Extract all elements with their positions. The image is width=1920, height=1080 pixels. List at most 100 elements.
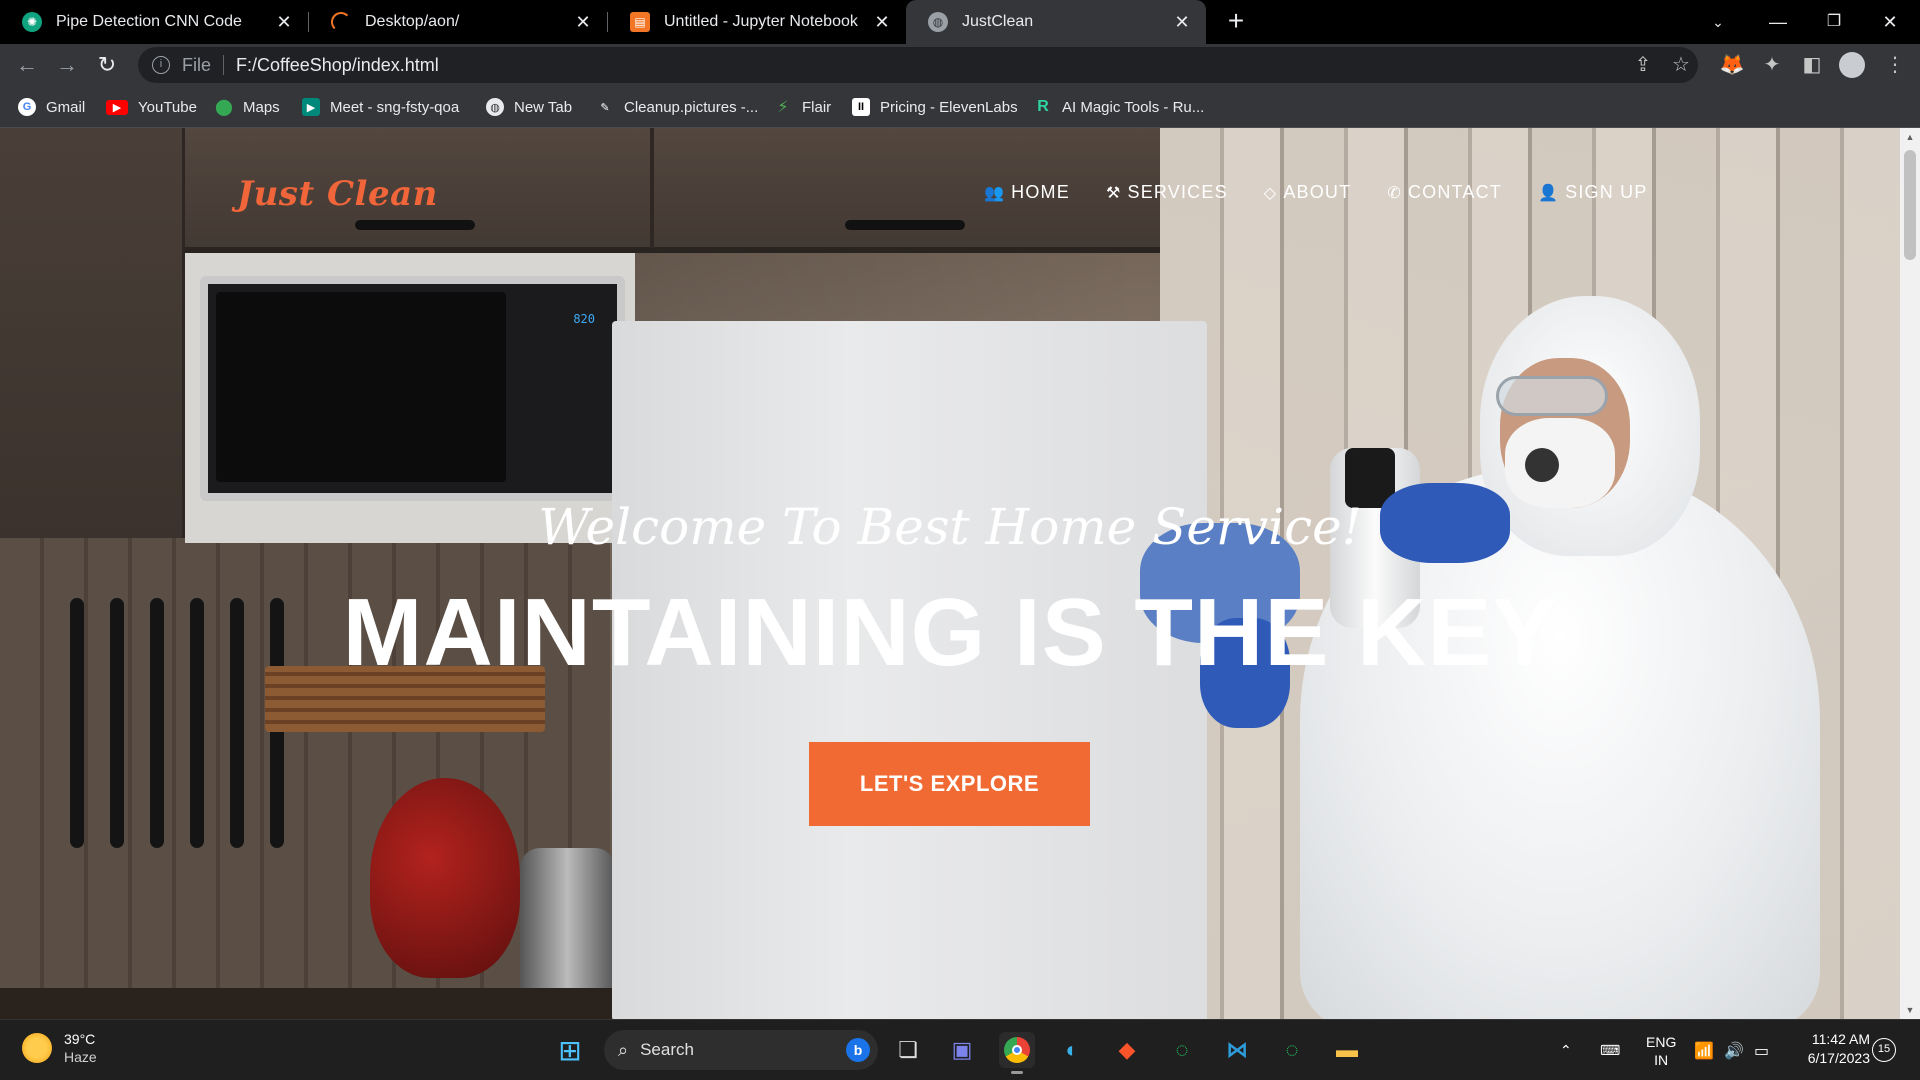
file-explorer-icon[interactable]: ▬	[1329, 1032, 1365, 1068]
forward-arrow-icon[interactable]: →	[52, 50, 82, 80]
minimize-button[interactable]: —	[1750, 0, 1806, 44]
tab-justclean[interactable]: ◍ JustClean ✕	[906, 0, 1206, 44]
site-logo[interactable]: Just Clean	[237, 174, 438, 214]
bookmark-star-icon[interactable]: ☆	[1666, 50, 1696, 80]
hero-title: MAINTAINING IS THE KEY	[342, 579, 1558, 686]
extensions-puzzle-icon[interactable]: ✦	[1757, 50, 1787, 80]
tab-title: Pipe Detection CNN Code	[56, 13, 242, 30]
battery-icon[interactable]: ▭	[1754, 1020, 1769, 1080]
tab-title: Untitled - Jupyter Notebook	[664, 13, 858, 30]
app-ring-icon[interactable]: ◌	[1164, 1032, 1200, 1068]
restore-button[interactable]: ❐	[1806, 0, 1862, 44]
side-panel-icon[interactable]: ◧	[1797, 50, 1827, 80]
bookmark-maps[interactable]: ⬤ Maps	[215, 86, 280, 128]
hero-background-counter	[0, 988, 620, 1019]
notification-badge[interactable]: 15	[1872, 1038, 1896, 1062]
bookmark-label: AI Magic Tools - Ru...	[1062, 98, 1205, 116]
scroll-up-arrow-icon[interactable]: ▲	[1900, 128, 1920, 146]
elevenlabs-icon: II	[852, 98, 870, 116]
diamond-icon: ◇	[1263, 184, 1278, 202]
share-icon[interactable]: ⇪	[1628, 50, 1658, 80]
wifi-icon[interactable]: 📶	[1694, 1020, 1714, 1080]
close-icon[interactable]: ✕	[1172, 12, 1192, 33]
show-hidden-icons[interactable]: ⌃	[1560, 1020, 1572, 1080]
nav-sign-up[interactable]: 👤 SIGN UP	[1538, 182, 1648, 203]
bing-icon: b	[846, 1038, 870, 1062]
weather-widget[interactable]: 39°C Haze	[22, 1030, 97, 1066]
scroll-down-arrow-icon[interactable]: ▼	[1900, 1001, 1920, 1019]
weather-haze-icon	[22, 1033, 52, 1063]
nav-home[interactable]: 👥 HOME	[984, 182, 1070, 203]
scrollbar-thumb[interactable]	[1904, 150, 1916, 260]
nav-contact[interactable]: ✆ CONTACT	[1387, 182, 1502, 203]
users-icon: 👥	[984, 184, 1006, 202]
nav-label: SIGN UP	[1565, 182, 1648, 202]
weather-condition: Haze	[64, 1049, 97, 1065]
close-icon[interactable]: ✕	[573, 12, 593, 33]
close-icon[interactable]: ✕	[872, 12, 892, 33]
bookmark-new-tab[interactable]: ◍ New Tab	[486, 86, 572, 128]
close-window-button[interactable]: ✕	[1862, 0, 1918, 44]
tab-search-icon[interactable]: ⌄	[1690, 0, 1746, 44]
nav-label: SERVICES	[1127, 182, 1228, 202]
runway-icon: R	[1037, 98, 1049, 115]
hero-background-kettle	[520, 848, 615, 998]
microwave-display: 820	[573, 312, 595, 326]
bookmark-cleanup[interactable]: ✎ Cleanup.pictures -...	[596, 86, 758, 128]
new-tab-button[interactable]: +	[1220, 6, 1252, 38]
system-clock[interactable]: 11:42 AM 6/17/2023	[1790, 1030, 1870, 1068]
lets-explore-button[interactable]: LET'S EXPLORE	[809, 742, 1090, 826]
tab-desktop-aon[interactable]: Desktop/aon/ ✕	[309, 0, 607, 44]
taskbar-search[interactable]: ⌕ Search b	[604, 1030, 878, 1070]
chrome-icon[interactable]	[999, 1032, 1035, 1074]
hero-background-respirator	[1505, 418, 1615, 508]
phone-icon: ✆	[1387, 184, 1402, 202]
keyboard-icon[interactable]: ⌨	[1600, 1020, 1620, 1080]
omnibox-divider	[223, 55, 225, 75]
hero-background-microwave: 820	[200, 276, 625, 501]
app-ring-icon[interactable]: ◌	[1274, 1032, 1310, 1068]
tab-pipe-detection[interactable]: ✺ Pipe Detection CNN Code ✕	[0, 0, 308, 44]
bookmark-gmail[interactable]: G Gmail	[18, 86, 85, 128]
info-icon[interactable]: i	[152, 56, 170, 74]
back-arrow-icon[interactable]: ←	[12, 50, 42, 80]
bookmark-meet[interactable]: ▶ Meet - sng-fsty-qoa	[302, 86, 459, 128]
teams-chat-icon[interactable]: ▣	[944, 1032, 980, 1068]
task-view-icon[interactable]: ❏	[890, 1032, 926, 1068]
tab-title: JustClean	[962, 13, 1034, 30]
page-scrollbar[interactable]: ▲ ▼	[1900, 128, 1920, 1019]
language-indicator[interactable]: ENG IN	[1646, 1020, 1676, 1080]
flair-icon: ⚡	[777, 99, 789, 116]
reload-icon[interactable]: ↻	[92, 50, 122, 80]
bookmark-label: Cleanup.pictures -...	[624, 98, 759, 116]
edge-icon[interactable]: ◐	[1054, 1032, 1090, 1068]
brave-icon[interactable]: ◆	[1109, 1032, 1145, 1068]
maps-icon: ⬤	[215, 99, 233, 116]
bookmark-label: YouTube	[138, 98, 197, 116]
profile-avatar[interactable]	[1837, 50, 1867, 80]
bookmark-flair[interactable]: ⚡ Flair	[774, 86, 831, 128]
nav-about[interactable]: ◇ ABOUT	[1264, 182, 1352, 203]
hero-background-goggles	[1496, 376, 1608, 416]
nav-label: HOME	[1011, 182, 1070, 202]
url-text[interactable]: F:/CoffeeShop/index.html	[236, 55, 439, 76]
globe-icon: ◍	[486, 98, 504, 116]
bookmark-elevenlabs[interactable]: II Pricing - ElevenLabs	[852, 86, 1018, 128]
bookmark-runway[interactable]: R AI Magic Tools - Ru...	[1034, 86, 1204, 128]
respirator-valve	[1525, 448, 1559, 482]
bookmark-youtube[interactable]: ▶ YouTube	[106, 86, 197, 128]
jupyter-icon	[331, 12, 351, 32]
volume-icon[interactable]: 🔊	[1724, 1020, 1744, 1080]
nav-services[interactable]: ⚒ SERVICES	[1106, 182, 1228, 203]
close-icon[interactable]: ✕	[274, 12, 294, 33]
metamask-extension-icon[interactable]: 🦊	[1717, 50, 1747, 80]
cabinet-handle	[845, 220, 965, 230]
address-bar[interactable]: i File F:/CoffeeShop/index.html	[138, 47, 1698, 83]
site-nav: 👥 HOME ⚒ SERVICES ◇ ABOUT ✆ CONTACT 👤 SI…	[984, 182, 1684, 203]
chatgpt-icon: ✺	[22, 12, 42, 32]
vscode-icon[interactable]: ⋈	[1219, 1032, 1255, 1068]
windows-start-icon[interactable]: ⊞	[552, 1032, 588, 1068]
menu-kebab-icon[interactable]: ⋮	[1880, 50, 1910, 80]
tab-jupyter-notebook[interactable]: ▤ Untitled - Jupyter Notebook ✕	[608, 0, 906, 44]
language-line1: ENG	[1646, 1033, 1677, 1050]
